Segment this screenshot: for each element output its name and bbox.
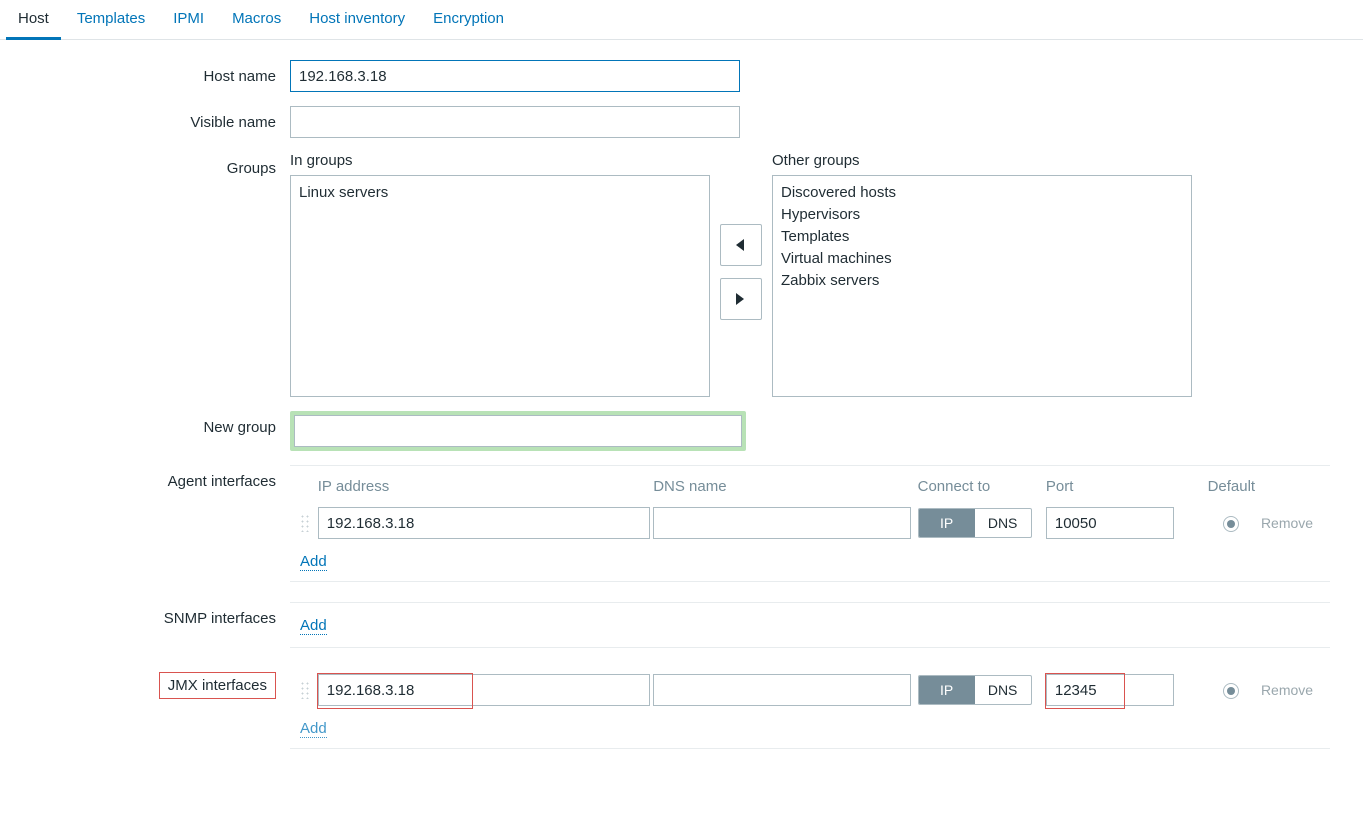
header-dns: DNS name: [653, 478, 917, 495]
header-ip: IP address: [318, 478, 653, 495]
tab-host[interactable]: Host: [4, 0, 63, 39]
tab-host-inventory[interactable]: Host inventory: [295, 0, 419, 39]
tab-macros[interactable]: Macros: [218, 0, 295, 39]
newgroup-label: New group: [0, 411, 290, 436]
tab-encryption[interactable]: Encryption: [419, 0, 518, 39]
move-right-button[interactable]: [720, 278, 762, 320]
tab-templates[interactable]: Templates: [63, 0, 159, 39]
ingroups-listbox[interactable]: Linux servers: [290, 175, 710, 397]
toggle-dns[interactable]: DNS: [975, 676, 1031, 704]
jmx-interfaces-label-wrap: JMX interfaces: [0, 668, 290, 699]
toggle-dns[interactable]: DNS: [975, 509, 1031, 537]
othergroups-label: Other groups: [772, 152, 1192, 169]
drag-handle-icon[interactable]: [300, 681, 310, 699]
agent-default-radio[interactable]: [1223, 516, 1239, 532]
agent-port-input[interactable]: [1046, 507, 1174, 539]
agent-dns-input[interactable]: [653, 507, 911, 539]
jmx-remove-link: Remove: [1261, 682, 1330, 698]
hostname-input[interactable]: [290, 60, 740, 92]
drag-handle-icon[interactable]: [300, 514, 310, 532]
agent-ip-input[interactable]: [318, 507, 650, 539]
header-connect: Connect to: [918, 478, 1046, 495]
list-item[interactable]: Linux servers: [295, 182, 705, 204]
jmx-ip-input[interactable]: [318, 674, 650, 706]
jmx-connect-toggle[interactable]: IP DNS: [918, 675, 1032, 705]
list-item[interactable]: Discovered hosts: [777, 182, 1187, 204]
header-default: Default: [1202, 478, 1261, 495]
toggle-ip[interactable]: IP: [919, 676, 975, 704]
snmp-add-link[interactable]: Add: [300, 617, 327, 635]
jmx-add-link[interactable]: Add: [300, 720, 327, 738]
agent-connect-toggle[interactable]: IP DNS: [918, 508, 1032, 538]
groups-label: Groups: [0, 152, 290, 177]
move-left-button[interactable]: [720, 224, 762, 266]
triangle-right-icon: [736, 293, 746, 305]
tab-ipmi[interactable]: IPMI: [159, 0, 218, 39]
tab-bar: Host Templates IPMI Macros Host inventor…: [0, 0, 1363, 40]
header-port: Port: [1046, 478, 1202, 495]
agent-remove-link: Remove: [1261, 515, 1330, 531]
triangle-left-icon: [736, 239, 746, 251]
hostname-label: Host name: [0, 60, 290, 85]
jmx-default-radio[interactable]: [1223, 683, 1239, 699]
ingroups-label: In groups: [290, 152, 710, 169]
snmp-interfaces-label: SNMP interfaces: [0, 602, 290, 627]
jmx-dns-input[interactable]: [653, 674, 911, 706]
agent-add-link[interactable]: Add: [300, 553, 327, 571]
jmx-interfaces-label: JMX interfaces: [159, 672, 276, 699]
list-item[interactable]: Zabbix servers: [777, 270, 1187, 292]
snmp-interfaces-block: Add: [290, 602, 1330, 648]
agent-interfaces-block: IP address DNS name Connect to Port Defa…: [290, 465, 1330, 582]
visiblename-label: Visible name: [0, 106, 290, 131]
list-item[interactable]: Templates: [777, 226, 1187, 248]
visiblename-input[interactable]: [290, 106, 740, 138]
othergroups-listbox[interactable]: Discovered hosts Hypervisors Templates V…: [772, 175, 1192, 397]
toggle-ip[interactable]: IP: [919, 509, 975, 537]
newgroup-input[interactable]: [294, 415, 742, 447]
list-item[interactable]: Hypervisors: [777, 204, 1187, 226]
jmx-interfaces-block: IP DNS Remove Add: [290, 668, 1330, 749]
jmx-port-input[interactable]: [1046, 674, 1174, 706]
agent-interfaces-label: Agent interfaces: [0, 465, 290, 490]
list-item[interactable]: Virtual machines: [777, 248, 1187, 270]
